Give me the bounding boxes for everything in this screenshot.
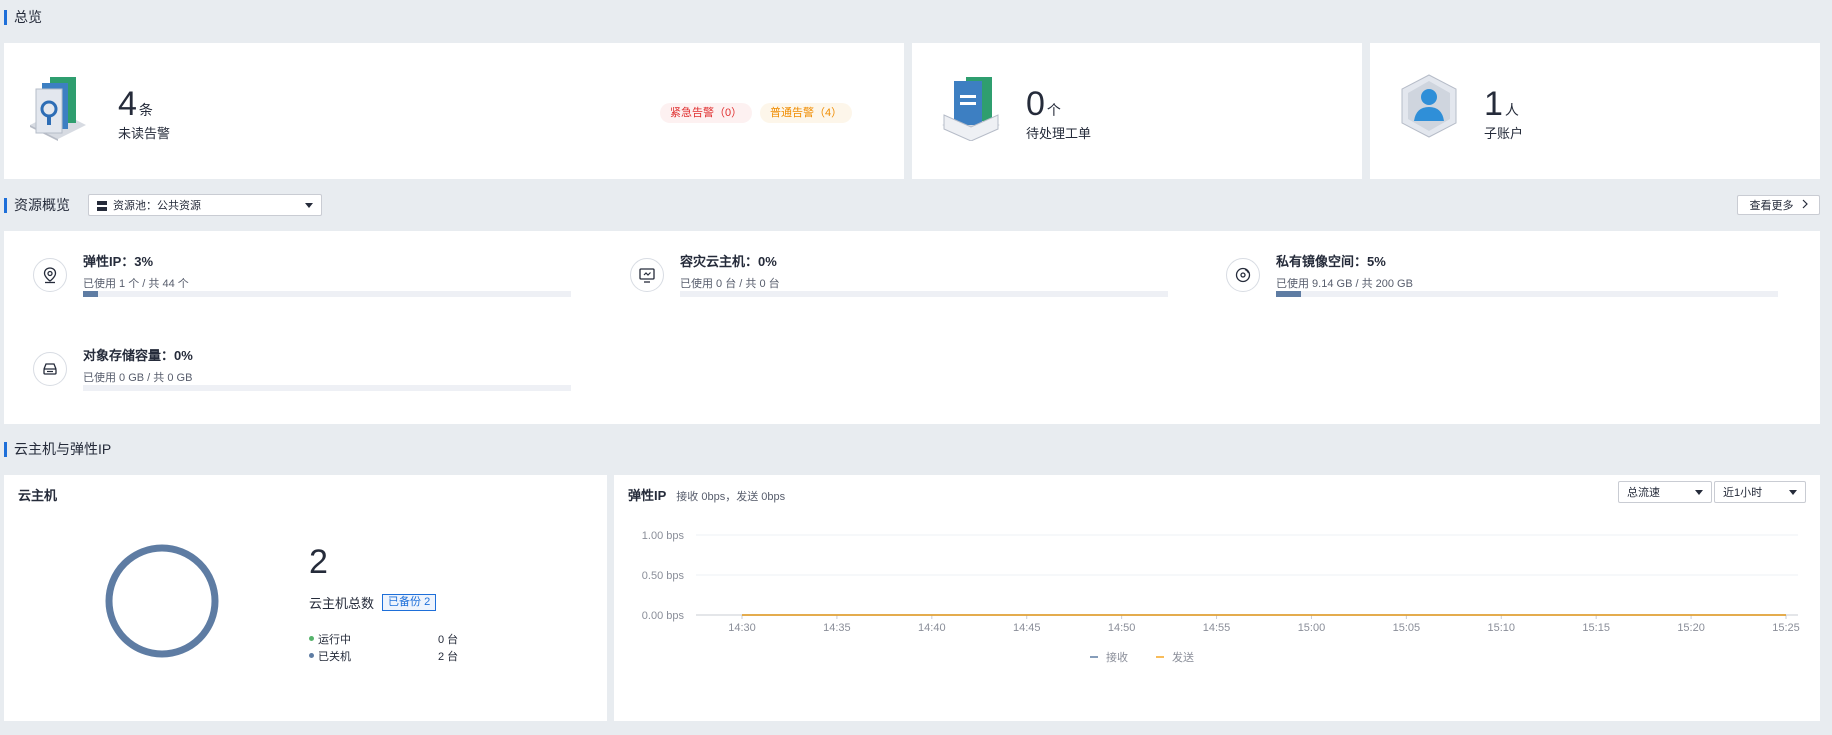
- overview-section-title: 总览: [4, 9, 42, 25]
- resource-name: 弹性IP：3%: [83, 254, 154, 269]
- eip-traffic-summary: 接收 0bps，发送 0bps: [676, 491, 786, 503]
- monitor-sync-icon: [630, 258, 664, 292]
- y-tick-label: 0.50 bps: [642, 570, 685, 582]
- y-tick-label: 1.00 bps: [642, 530, 685, 542]
- tickets-count: 0: [1026, 85, 1045, 123]
- subaccounts-label: 子账户: [1484, 126, 1524, 141]
- vm-eip-section-title: 云主机与弹性IP: [4, 441, 111, 457]
- subaccounts-unit: 人: [1504, 102, 1519, 118]
- tickets-summary: 0个 待处理工单: [1026, 87, 1091, 142]
- status-value: 0 台: [438, 633, 459, 646]
- resource-usage: 已使用 9.14 GB / 共 200 GB: [1276, 278, 1413, 290]
- x-tick-label: 14:55: [1203, 622, 1231, 634]
- resource-name: 容灾云主机：0%: [680, 254, 777, 269]
- tickets-label: 待处理工单: [1026, 126, 1092, 141]
- chevron-down-icon: [1695, 490, 1703, 495]
- eip-card-header: 弹性IP 接收 0bps，发送 0bps: [628, 485, 785, 504]
- status-label: 已关机: [318, 650, 351, 663]
- x-tick-label: 14:30: [728, 622, 756, 634]
- y-tick-label: 0.00 bps: [642, 610, 685, 622]
- vm-card: 云主机 2 云主机总数 已备份 2 运行中 0 台 已关机 2 台: [4, 475, 607, 721]
- x-tick-label: 14:45: [1013, 622, 1041, 634]
- resource-pool-label: 资源池：公共资源: [113, 200, 201, 212]
- x-tick-label: 14:35: [823, 622, 851, 634]
- alert-document-icon: [28, 71, 88, 141]
- list-item: 运行中 0 台: [309, 630, 469, 647]
- resource-name: 私有镜像空间：5%: [1276, 254, 1386, 269]
- vm-total-row: 云主机总数 已备份 2: [309, 593, 437, 612]
- usage-progress-bar: [83, 385, 571, 391]
- x-tick-label: 15:10: [1488, 622, 1516, 634]
- normal-alert-badge[interactable]: 普通告警（4）: [760, 103, 853, 123]
- subaccounts-count: 1: [1484, 85, 1503, 123]
- resource-item-eip[interactable]: 弹性IP：3% 已使用 1 个 / 共 44 个: [33, 251, 573, 321]
- section-accent-bar: [4, 441, 7, 457]
- resource-name: 对象存储容量：0%: [83, 348, 193, 363]
- resource-item-dr-vm[interactable]: 容灾云主机：0% 已使用 0 台 / 共 0 台: [630, 251, 1170, 321]
- urgent-alert-badge[interactable]: 紧急告警（0）: [660, 103, 753, 123]
- usage-progress-bar: [1276, 291, 1778, 297]
- vm-total-count: 2: [309, 543, 328, 581]
- x-tick-label: 14:50: [1108, 622, 1136, 634]
- section-accent-bar: [4, 9, 7, 25]
- x-tick-label: 15:25: [1772, 622, 1800, 634]
- ticket-document-icon: [940, 71, 1002, 142]
- vm-card-title: 云主机: [18, 488, 58, 503]
- backup-badge[interactable]: 已备份 2: [382, 594, 437, 611]
- chevron-down-icon: [305, 203, 313, 208]
- x-tick-label: 15:15: [1582, 622, 1610, 634]
- eip-traffic-line-chart: 1.00 bps 0.50 bps 0.00 bps 14:30 14:35 14:40 1…: [642, 530, 1800, 664]
- resources-section-title: 资源概览: [4, 197, 70, 213]
- alerts-unit: 条: [138, 102, 153, 118]
- tickets-unit: 个: [1046, 102, 1061, 118]
- usage-progress-fill: [83, 291, 98, 297]
- vm-status-list: 运行中 0 台 已关机 2 台: [309, 630, 469, 664]
- usage-progress-bar: [83, 291, 571, 297]
- user-avatar-icon: [1398, 71, 1460, 141]
- subaccounts-summary: 1人 子账户: [1484, 87, 1523, 142]
- x-tick-label: 15:20: [1677, 622, 1705, 634]
- eip-card-title: 弹性IP: [628, 488, 667, 503]
- storage-drive-icon: [33, 352, 67, 386]
- chevron-right-icon: [1802, 199, 1808, 212]
- location-pin-icon: [33, 258, 67, 292]
- x-tick-label: 15:00: [1298, 622, 1326, 634]
- view-more-button[interactable]: 查看更多: [1737, 195, 1820, 215]
- server-icon: [97, 200, 107, 211]
- tickets-card[interactable]: 0个 待处理工单: [912, 43, 1362, 179]
- section-accent-bar: [4, 197, 7, 213]
- time-range-select[interactable]: 近1小时: [1714, 481, 1806, 503]
- status-label: 运行中: [318, 633, 351, 646]
- chevron-down-icon: [1789, 490, 1797, 495]
- alerts-label: 未读告警: [118, 126, 171, 141]
- stopped-status-dot: [309, 653, 314, 658]
- x-tick-label: 14:40: [918, 622, 946, 634]
- resource-item-object-storage[interactable]: 对象存储容量：0% 已使用 0 GB / 共 0 GB: [33, 345, 573, 415]
- usage-progress-bar: [680, 291, 1168, 297]
- resource-usage: 已使用 0 台 / 共 0 台: [680, 278, 780, 290]
- alerts-card[interactable]: 4条 未读告警 紧急告警（0） 普通告警（4）: [4, 43, 904, 179]
- resource-pool-select[interactable]: 资源池：公共资源: [88, 194, 322, 216]
- disc-icon: [1226, 258, 1260, 292]
- resource-item-private-image[interactable]: 私有镜像空间：5% 已使用 9.14 GB / 共 200 GB: [1226, 251, 1778, 321]
- resource-usage: 已使用 0 GB / 共 0 GB: [83, 372, 193, 384]
- vm-status-ring-chart: [105, 544, 219, 658]
- metric-select[interactable]: 总流速: [1618, 481, 1712, 503]
- usage-progress-fill: [1276, 291, 1302, 297]
- alerts-summary: 4条 未读告警: [118, 87, 170, 142]
- vm-ring-stopped-segment: [105, 544, 219, 658]
- subaccounts-card[interactable]: 1人 子账户: [1370, 43, 1820, 179]
- x-tick-label: 15:05: [1393, 622, 1421, 634]
- resources-card: 弹性IP：3% 已使用 1 个 / 共 44 个 容灾云主机：0% 已使用 0 …: [4, 231, 1820, 424]
- legend-label: 接收: [1106, 650, 1128, 664]
- list-item: 已关机 2 台: [309, 647, 469, 664]
- status-value: 2 台: [438, 650, 459, 663]
- alerts-count: 4: [118, 85, 137, 123]
- legend-label: 发送: [1172, 650, 1194, 664]
- eip-card: 弹性IP 接收 0bps，发送 0bps 总流速 近1小时 1.00 bps 0.…: [614, 475, 1820, 721]
- running-status-dot: [309, 636, 314, 641]
- vm-total-label: 云主机总数: [309, 596, 375, 611]
- resource-usage: 已使用 1 个 / 共 44 个: [83, 278, 189, 290]
